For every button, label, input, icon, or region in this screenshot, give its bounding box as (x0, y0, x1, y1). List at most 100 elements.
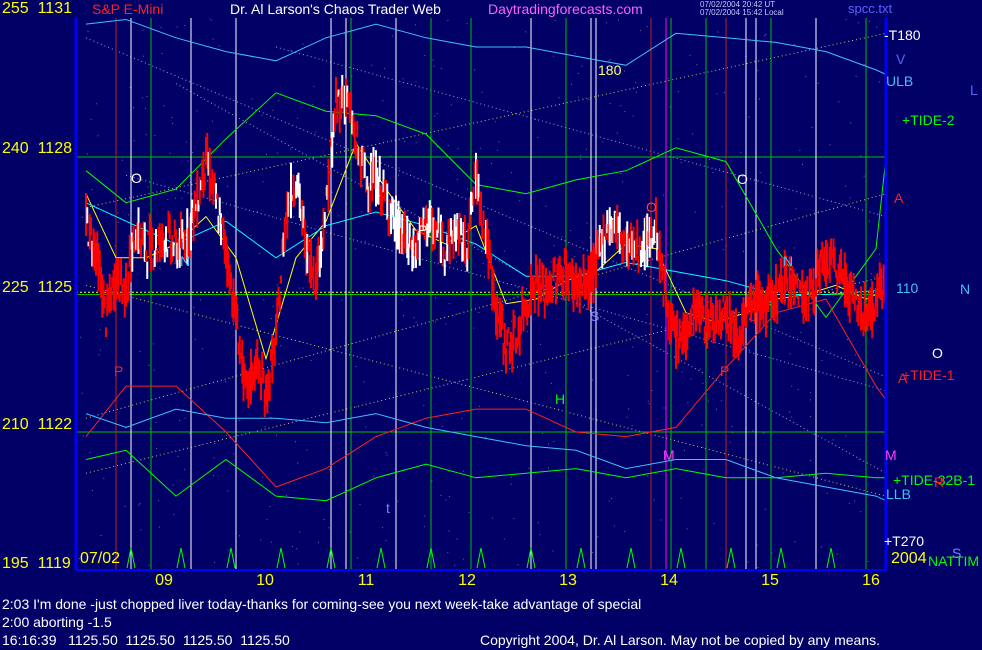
texture-dot (723, 92, 725, 94)
texture-dot (552, 550, 554, 552)
texture-dot (616, 132, 618, 134)
label-t270: +T270 (884, 533, 925, 549)
texture-dot (196, 110, 198, 112)
texture-dot (669, 289, 671, 291)
texture-dot (81, 392, 83, 394)
texture-dot (729, 441, 731, 443)
texture-dot (811, 126, 813, 128)
texture-dot (810, 392, 812, 394)
site-link[interactable]: Daytradingforecasts.com (488, 1, 643, 17)
texture-dot (436, 113, 438, 115)
texture-dot (127, 214, 129, 216)
texture-dot (558, 97, 560, 99)
x-label-12: 12 (458, 572, 476, 589)
marker-s-2: S (952, 545, 962, 561)
texture-dot (194, 338, 196, 340)
texture-dot (456, 261, 458, 263)
x-label-09: 09 (155, 572, 173, 589)
texture-dot (148, 364, 150, 366)
texture-dot (355, 406, 357, 408)
texture-dot (441, 425, 443, 427)
marker-o-1: O (131, 170, 142, 186)
texture-dot (740, 152, 742, 154)
texture-dot (694, 211, 696, 213)
texture-dot (290, 49, 292, 51)
texture-dot (260, 539, 262, 541)
texture-dot (189, 181, 191, 183)
texture-dot (764, 35, 766, 37)
texture-dot (577, 72, 579, 74)
texture-dot (228, 549, 230, 551)
marker-s-1: S (590, 308, 600, 324)
y-label-1122: 210 1122 (2, 416, 72, 433)
texture-dot (174, 197, 176, 199)
chart-title: Dr. Al Larson's Chaos Trader Web (230, 1, 441, 17)
texture-dot (385, 540, 387, 542)
texture-dot (858, 22, 860, 24)
texture-dot (184, 417, 186, 419)
texture-dot (172, 484, 174, 486)
y-label-1131: 255 1131 (2, 0, 72, 17)
texture-dot (184, 25, 186, 26)
texture-dot (687, 402, 689, 404)
texture-dot (201, 348, 203, 350)
texture-dot (561, 236, 563, 238)
texture-dot (716, 93, 718, 95)
texture-dot (87, 30, 89, 32)
texture-dot (790, 416, 792, 418)
texture-dot (708, 159, 710, 160)
texture-dot (620, 105, 622, 107)
texture-dot (315, 131, 317, 133)
texture-dot (349, 531, 351, 533)
texture-dot (720, 400, 722, 402)
texture-dot (276, 152, 278, 154)
texture-dot (482, 263, 484, 265)
texture-dot (448, 530, 450, 532)
texture-dot (589, 236, 591, 238)
texture-dot (415, 24, 416, 26)
texture-dot (161, 52, 163, 54)
texture-dot (423, 404, 425, 406)
texture-dot (597, 536, 599, 538)
texture-dot (626, 416, 628, 418)
texture-dot (450, 104, 452, 106)
texture-dot (498, 141, 500, 143)
texture-dot (623, 318, 625, 320)
texture-dot (525, 31, 527, 33)
texture-dot (628, 408, 630, 410)
texture-dot (519, 200, 521, 202)
texture-dot (860, 155, 862, 157)
label-t180: -T180 (884, 27, 921, 43)
texture-dot (382, 527, 383, 529)
texture-dot (147, 186, 149, 188)
marker-m-1: M (663, 447, 675, 463)
texture-dot (454, 564, 456, 566)
texture-dot (365, 426, 367, 428)
texture-dot (404, 141, 405, 143)
texture-dot (627, 375, 629, 377)
texture-dot (817, 82, 819, 84)
texture-dot (225, 434, 227, 436)
texture-dot (382, 100, 384, 102)
texture-dot (172, 122, 174, 124)
texture-dot (799, 149, 801, 151)
texture-dot (795, 208, 797, 210)
texture-dot (517, 564, 519, 566)
texture-dot (868, 220, 870, 222)
texture-dot (200, 444, 202, 446)
instrument-label: S&P E-Mini (92, 1, 164, 17)
texture-dot (838, 101, 840, 103)
texture-dot (456, 179, 458, 181)
texture-dot (401, 299, 403, 301)
texture-dot (148, 212, 150, 214)
texture-dot (359, 503, 361, 505)
texture-dot (184, 468, 186, 470)
texture-dot (238, 535, 240, 537)
marker-v: V (896, 51, 906, 67)
x-label-11: 11 (357, 572, 375, 589)
texture-dot (510, 483, 512, 485)
texture-dot (648, 403, 650, 405)
texture-dot (548, 467, 549, 469)
file-name: spcc.txt (848, 1, 893, 16)
texture-dot (731, 426, 733, 428)
